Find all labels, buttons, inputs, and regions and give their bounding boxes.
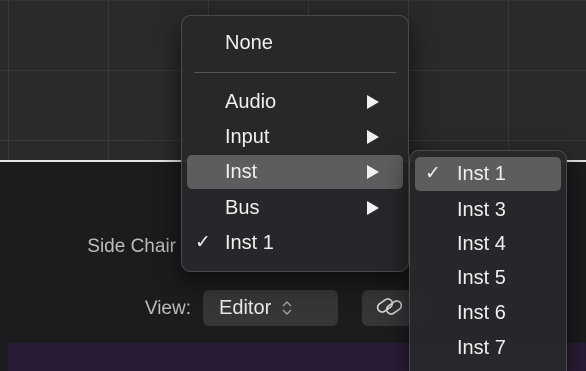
submenu-item-inst-1[interactable]: ✓ Inst 1 bbox=[415, 157, 561, 191]
view-label: View: bbox=[144, 298, 191, 319]
menu-item-input[interactable]: Input bbox=[187, 120, 403, 154]
grid-top-edge bbox=[0, 0, 586, 1]
chevron-updown-icon bbox=[281, 298, 293, 318]
checkmark-icon: ✓ bbox=[425, 163, 441, 184]
view-select-value: Editor bbox=[219, 296, 272, 319]
submenu-arrow-icon bbox=[367, 95, 379, 109]
submenu-item-inst-3[interactable]: Inst 3 bbox=[415, 193, 561, 227]
submenu-arrow-icon bbox=[367, 130, 379, 144]
submenu-item-label: Inst 6 bbox=[457, 302, 506, 324]
side-chain-label: Side Chair bbox=[87, 236, 176, 257]
menu-item-label: Audio bbox=[225, 91, 277, 113]
menu-item-label: Inst 1 bbox=[225, 232, 274, 254]
view-select[interactable]: Editor bbox=[203, 290, 338, 326]
menu-item-label: Input bbox=[225, 126, 270, 148]
submenu-item-label: Inst 1 bbox=[457, 163, 506, 185]
link-icon bbox=[374, 294, 408, 323]
menu-separator bbox=[194, 72, 396, 73]
submenu-item-label: Inst 3 bbox=[457, 199, 506, 221]
submenu-item-inst-7[interactable]: Inst 7 bbox=[415, 331, 561, 365]
menu-item-none[interactable]: None bbox=[187, 26, 403, 60]
submenu-item-inst-4[interactable]: Inst 4 bbox=[415, 227, 561, 261]
menu-item-label: None bbox=[225, 32, 273, 54]
menu-item-audio[interactable]: Audio bbox=[187, 85, 403, 119]
submenu-arrow-icon bbox=[367, 201, 379, 215]
menu-item-current-inst-1[interactable]: ✓ Inst 1 bbox=[187, 226, 403, 260]
submenu-item-label: Inst 5 bbox=[457, 267, 506, 289]
menu-item-label: Bus bbox=[225, 197, 260, 219]
inst-submenu: ✓ Inst 1 Inst 3 Inst 4 Inst 5 Inst 6 Ins… bbox=[409, 150, 567, 371]
menu-item-bus[interactable]: Bus bbox=[187, 191, 403, 225]
checkmark-icon: ✓ bbox=[195, 232, 211, 253]
submenu-item-label: Inst 4 bbox=[457, 233, 506, 255]
submenu-item-label: Inst 7 bbox=[457, 337, 506, 359]
menu-item-inst[interactable]: Inst bbox=[187, 155, 403, 189]
side-chain-menu: None Audio Input Inst Bus ✓ Inst 1 bbox=[181, 15, 409, 272]
submenu-arrow-icon bbox=[367, 165, 379, 179]
submenu-item-inst-6[interactable]: Inst 6 bbox=[415, 296, 561, 330]
submenu-item-inst-5[interactable]: Inst 5 bbox=[415, 261, 561, 295]
menu-item-label: Inst bbox=[225, 161, 258, 183]
